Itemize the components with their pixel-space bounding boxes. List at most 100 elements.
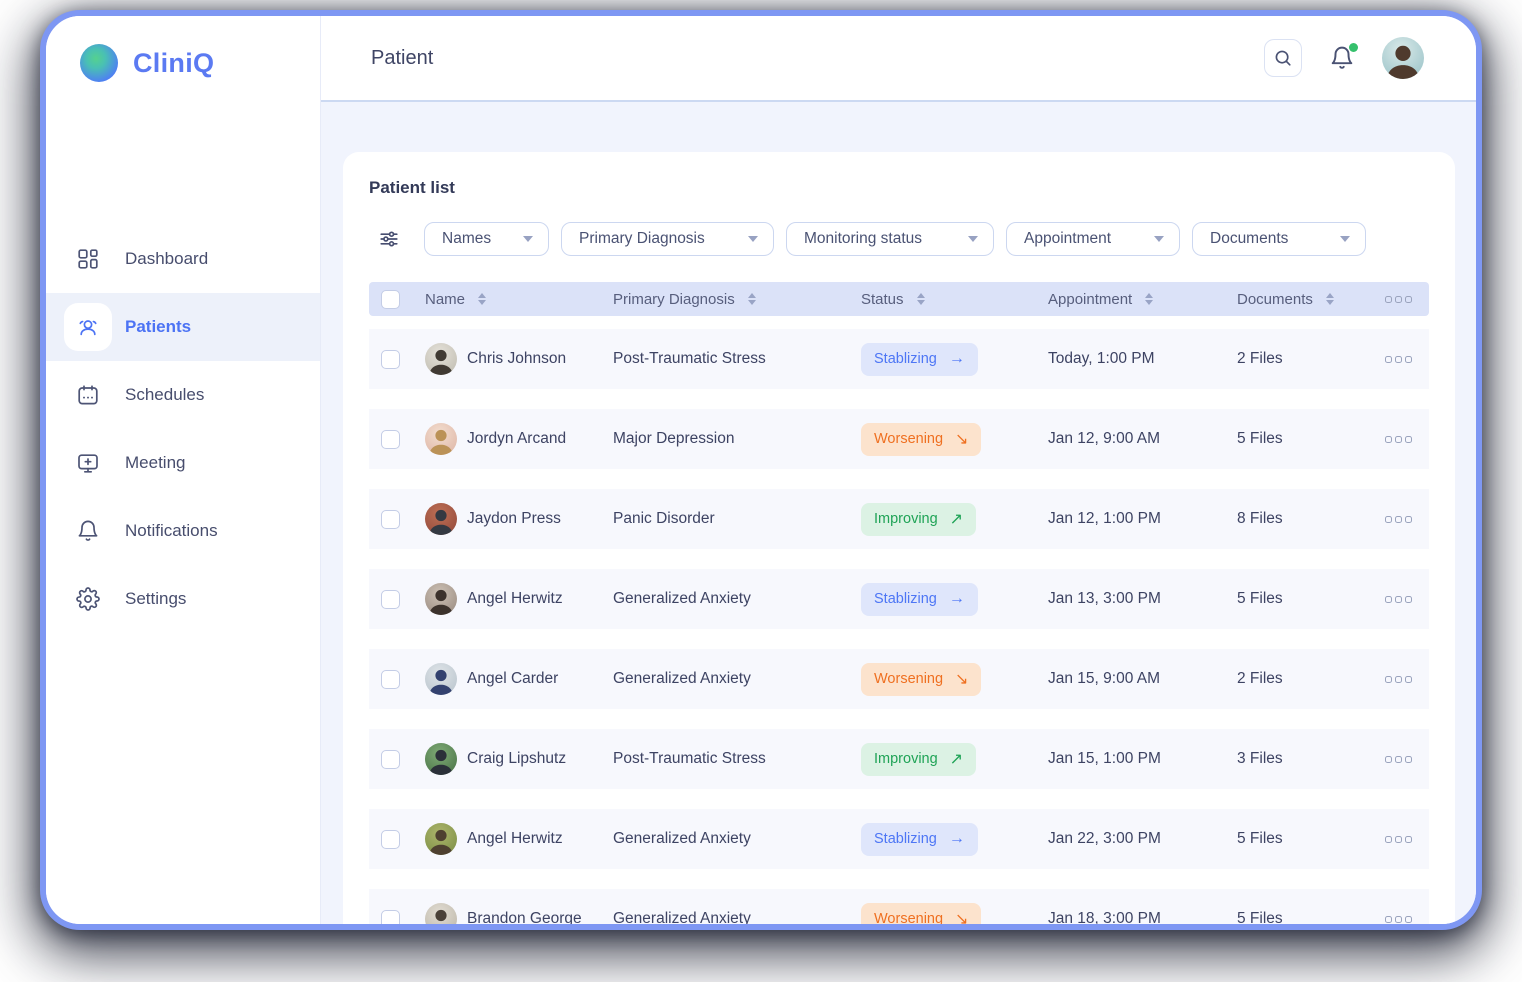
row-checkbox[interactable] [381,590,400,609]
row-checkbox[interactable] [381,670,400,689]
patient-diagnosis: Generalized Anxiety [613,910,861,924]
row-more-icon[interactable] [1385,676,1429,683]
column-header-diagnosis: Primary Diagnosis [613,291,735,308]
sidebar-item-dashboard[interactable]: Dashboard [46,225,320,293]
row-checkbox[interactable] [381,430,400,449]
patient-diagnosis: Post-Traumatic Stress [613,350,861,368]
patient-diagnosis: Generalized Anxiety [613,590,861,608]
page-title: Patient [371,47,433,70]
user-avatar[interactable] [1382,37,1424,79]
documents-cell: 5 Files [1237,430,1385,448]
select-all-checkbox[interactable] [381,290,400,309]
patient-name: Jordyn Arcand [467,430,566,448]
filter-documents[interactable]: Documents [1192,222,1366,256]
patient-table-body: Chris Johnson Post-Traumatic Stress Stab… [369,329,1429,924]
bell-icon [64,507,112,555]
sort-icon[interactable] [478,293,486,305]
row-more-icon[interactable] [1385,596,1429,603]
search-button[interactable] [1264,39,1302,77]
table-row: Angel Herwitz Generalized Anxiety Stabli… [369,809,1429,869]
filter-appointment[interactable]: Appointment [1006,222,1180,256]
filter-monitoring-status[interactable]: Monitoring status [786,222,994,256]
sidebar-item-label: Meeting [125,453,185,473]
table-header-more-icon[interactable] [1385,296,1412,303]
sidebar-item-label: Patients [125,317,191,337]
notifications-button[interactable] [1329,45,1355,71]
logo-text: CliniQ [133,48,214,79]
column-header-status: Status [861,291,904,308]
filter-label: Monitoring status [804,230,922,248]
avatar [425,343,457,375]
filter-names[interactable]: Names [424,222,549,256]
row-checkbox[interactable] [381,350,400,369]
status-badge: Worsening ↘ [861,663,981,696]
status-label: Worsening [874,911,943,924]
sort-icon[interactable] [748,293,756,305]
sort-icon[interactable] [1326,293,1334,305]
patient-name: Chris Johnson [467,350,566,368]
appointment-cell: Jan 18, 3:00 PM [1048,910,1237,924]
documents-cell: 2 Files [1237,350,1385,368]
chevron-down-icon [968,236,978,242]
documents-cell: 8 Files [1237,510,1385,528]
row-more-icon[interactable] [1385,516,1429,523]
avatar [425,663,457,695]
sidebar-nav: Dashboard Patients [46,225,320,633]
status-badge: Improving ↗ [861,503,976,536]
sort-icon[interactable] [917,293,925,305]
status-badge: Stablizing → [861,823,978,856]
status-label: Worsening [874,431,943,447]
status-label: Improving [874,751,938,767]
table-row: Jaydon Press Panic Disorder Improving ↗ … [369,489,1429,549]
sidebar-item-notifications[interactable]: Notifications [46,497,320,565]
column-header-documents: Documents [1237,291,1313,308]
status-arrow-icon: ↘ [955,429,968,449]
status-arrow-icon: ↘ [955,669,968,689]
row-more-icon[interactable] [1385,756,1429,763]
row-checkbox[interactable] [381,750,400,769]
status-label: Stablizing [874,591,937,607]
table-row: Angel Carder Generalized Anxiety Worseni… [369,649,1429,709]
appointment-cell: Today, 1:00 PM [1048,350,1237,368]
avatar [425,583,457,615]
status-badge: Stablizing → [861,583,978,616]
row-more-icon[interactable] [1385,836,1429,843]
sidebar-item-meeting[interactable]: Meeting [46,429,320,497]
row-checkbox[interactable] [381,510,400,529]
sidebar-item-settings[interactable]: Settings [46,565,320,633]
row-more-icon[interactable] [1385,436,1429,443]
patient-diagnosis: Panic Disorder [613,510,861,528]
patient-diagnosis: Major Depression [613,430,861,448]
row-checkbox[interactable] [381,830,400,849]
chevron-down-icon [1154,236,1164,242]
patient-name: Brandon George [467,910,582,924]
table-row: Craig Lipshutz Post-Traumatic Stress Imp… [369,729,1429,789]
sidebar-item-label: Dashboard [125,249,208,269]
sort-icon[interactable] [1145,293,1153,305]
calendar-icon [64,371,112,419]
column-header-name: Name [425,291,465,308]
avatar [425,823,457,855]
sidebar-item-schedules[interactable]: Schedules [46,361,320,429]
dashboard-icon [64,235,112,283]
status-label: Stablizing [874,351,937,367]
table-row: Angel Herwitz Generalized Anxiety Stabli… [369,569,1429,629]
filter-label: Primary Diagnosis [579,230,705,248]
patient-diagnosis: Generalized Anxiety [613,830,861,848]
filter-label: Documents [1210,230,1288,248]
appointment-cell: Jan 15, 9:00 AM [1048,670,1237,688]
patient-name: Angel Herwitz [467,830,563,848]
sidebar-item-patients[interactable]: Patients [46,293,320,361]
row-more-icon[interactable] [1385,356,1429,363]
appointment-cell: Jan 12, 1:00 PM [1048,510,1237,528]
row-more-icon[interactable] [1385,916,1429,923]
status-arrow-icon: → [949,350,965,368]
avatar [425,903,457,924]
row-checkbox[interactable] [381,910,400,925]
table-row: Chris Johnson Post-Traumatic Stress Stab… [369,329,1429,389]
filter-primary-diagnosis[interactable]: Primary Diagnosis [561,222,774,256]
search-icon [1272,47,1294,69]
documents-cell: 5 Files [1237,590,1385,608]
status-label: Worsening [874,671,943,687]
filter-sliders-icon[interactable] [378,227,400,251]
